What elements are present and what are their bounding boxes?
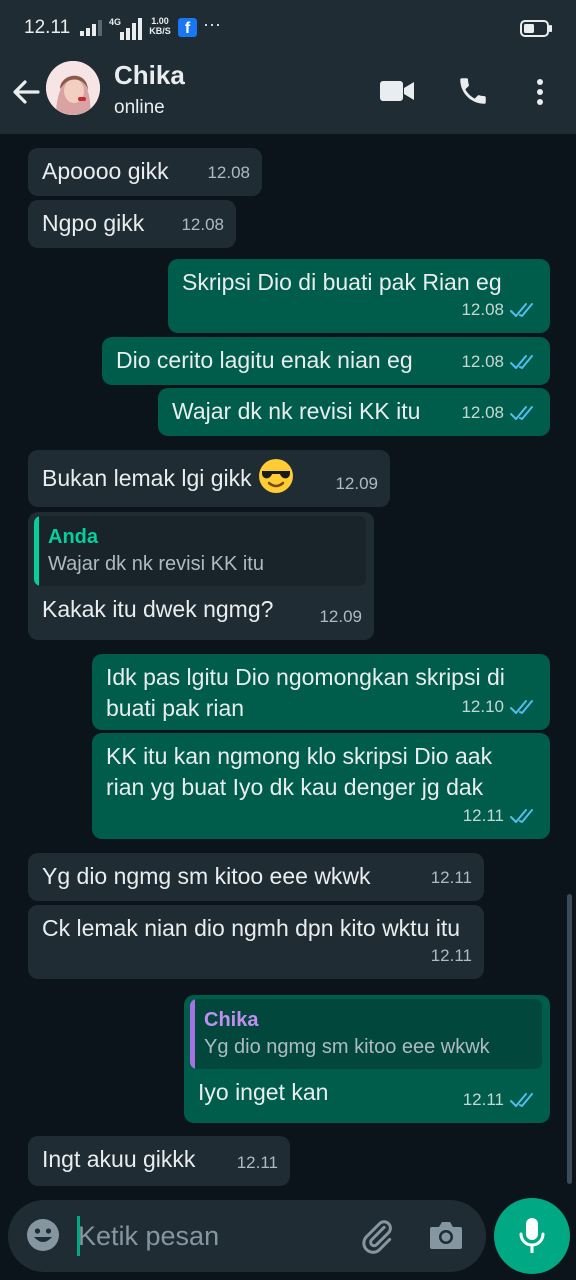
video-call-icon[interactable] xyxy=(378,78,416,104)
message-text: Skripsi Dio di buati pak Rian eg xyxy=(182,269,502,295)
network-speed-value: 1.00 xyxy=(151,16,169,26)
message-meta: 12.11 xyxy=(431,862,472,893)
message-text: KK itu kan ngmong klo skripsi Dio aak ri… xyxy=(106,743,493,800)
message-bubble-incoming[interactable]: Yg dio ngmg sm kitoo eee wkwk 12.11 xyxy=(28,853,484,901)
message-meta: 12.08 xyxy=(181,209,224,240)
message-bubble-outgoing[interactable]: Idk pas lgitu Dio ngomongkan skripsi di … xyxy=(92,654,550,730)
contact-avatar[interactable] xyxy=(46,61,100,115)
more-options-icon[interactable] xyxy=(532,76,548,108)
battery-icon xyxy=(520,20,552,37)
message-text: Yg dio ngmg sm kitoo eee wkwk xyxy=(42,863,371,889)
message-text: Wajar dk nk revisi KK itu xyxy=(172,398,421,424)
message-input[interactable] xyxy=(78,1214,348,1258)
message-meta: 12.11 xyxy=(463,800,538,831)
quoted-author: Chika xyxy=(204,1009,259,1031)
message-bubble-outgoing[interactable]: Skripsi Dio di buati pak Rian eg 12.08 xyxy=(168,259,550,333)
message-bubble-outgoing[interactable]: Wajar dk nk revisi KK itu 12.08 xyxy=(158,388,550,436)
message-meta: 12.09 xyxy=(319,601,362,632)
message-time: 12.10 xyxy=(461,697,504,716)
message-time: 12.09 xyxy=(319,607,362,626)
message-text: Apoooo gikk xyxy=(42,158,169,184)
message-meta: 12.11 xyxy=(237,1147,278,1178)
message-text: Idk pas lgitu Dio ngomongkan skripsi di … xyxy=(106,664,505,721)
message-bubble-incoming[interactable]: Bukan lemak lgi gikk 12.09 xyxy=(28,450,390,507)
network-speed-unit: KB/S xyxy=(149,26,171,36)
read-receipt-icon xyxy=(510,808,533,823)
message-time: 12.11 xyxy=(462,806,504,825)
message-meta: 12.11 xyxy=(463,1084,538,1115)
camera-icon[interactable] xyxy=(428,1218,464,1252)
mobile-data-icon: 4G xyxy=(109,17,142,40)
status-time: 12.11 xyxy=(24,17,71,38)
message-meta: 12.08 xyxy=(207,157,250,188)
message-meta: 12.09 xyxy=(335,468,378,499)
message-bubble-outgoing[interactable]: Chika Yg dio ngmg sm kitoo eee wkwk Iyo … xyxy=(184,995,550,1123)
message-meta: 12.08 xyxy=(461,346,538,377)
message-text: Ingt akuu gikkk xyxy=(42,1146,196,1172)
quoted-author: Anda xyxy=(48,526,98,548)
back-arrow-icon[interactable] xyxy=(10,76,42,108)
more-notifications-icon: ··· xyxy=(203,14,221,34)
status-bar: 12.11 4G 1.00 KB/S f ··· xyxy=(0,0,576,52)
read-receipt-icon xyxy=(510,405,533,420)
message-bubble-incoming[interactable]: Ingt akuu gikkk 12.11 xyxy=(28,1136,290,1186)
read-receipt-icon xyxy=(510,1092,533,1107)
message-bubble-incoming[interactable]: Ngpo gikk 12.08 xyxy=(28,200,236,248)
message-time: 12.08 xyxy=(461,300,504,319)
message-text: Ngpo gikk xyxy=(42,210,145,236)
message-meta: 12.10 xyxy=(461,691,538,722)
message-bubble-incoming[interactable]: Apoooo gikk 12.08 xyxy=(28,148,262,196)
voice-message-button[interactable] xyxy=(494,1198,570,1274)
signal-icon xyxy=(80,20,102,36)
message-composer xyxy=(8,1200,486,1272)
message-list[interactable]: Apoooo gikk 12.08 Ngpo gikk 12.08 Skrips… xyxy=(0,134,576,1194)
quoted-text: Wajar dk nk revisi KK itu xyxy=(48,553,264,575)
microphone-icon xyxy=(519,1218,545,1253)
message-time: 12.08 xyxy=(461,403,504,422)
network-speed: 1.00 KB/S xyxy=(146,16,174,36)
read-receipt-icon xyxy=(510,354,533,369)
contact-status: online xyxy=(114,97,165,118)
message-bubble-outgoing[interactable]: Dio cerito lagitu enak nian eg 12.08 xyxy=(102,337,550,385)
svg-text:4G: 4G xyxy=(109,17,121,27)
message-text: Kakak itu dwek ngmg? xyxy=(42,596,274,622)
quoted-text: Yg dio ngmg sm kitoo eee wkwk xyxy=(204,1036,490,1058)
chat-header: Chika online xyxy=(0,52,576,134)
message-bubble-outgoing[interactable]: KK itu kan ngmong klo skripsi Dio aak ri… xyxy=(92,733,550,839)
message-text: Bukan lemak lgi gikk xyxy=(42,465,252,491)
read-receipt-icon xyxy=(510,699,533,714)
message-time: 12.11 xyxy=(462,1090,504,1109)
phone-call-icon[interactable] xyxy=(456,74,490,108)
message-meta: 12.08 xyxy=(461,397,538,428)
contact-name[interactable]: Chika xyxy=(114,60,185,91)
message-bubble-incoming[interactable]: Ck lemak nian dio ngmh dpn kito wktu itu… xyxy=(28,905,484,979)
message-meta: 12.08 xyxy=(461,294,538,325)
message-text: Iyo inget kan xyxy=(198,1079,329,1105)
emoji-icon[interactable] xyxy=(26,1218,60,1252)
attachment-icon[interactable] xyxy=(358,1217,396,1255)
message-meta: 12.11 xyxy=(431,940,472,971)
message-time: 12.11 xyxy=(236,1153,278,1172)
chat-scrollbar[interactable] xyxy=(567,894,572,1184)
quoted-message[interactable]: Chika Yg dio ngmg sm kitoo eee wkwk xyxy=(190,999,542,1069)
message-time: 12.11 xyxy=(430,868,472,887)
read-receipt-icon xyxy=(510,302,533,317)
sunglasses-emoji-icon xyxy=(259,459,294,493)
message-time: 12.08 xyxy=(207,163,250,182)
quoted-message[interactable]: Anda Wajar dk nk revisi KK itu xyxy=(34,516,366,586)
message-text: Dio cerito lagitu enak nian eg xyxy=(116,347,413,373)
message-time: 12.08 xyxy=(461,352,504,371)
facebook-icon: f xyxy=(178,18,197,37)
message-time: 12.08 xyxy=(181,215,224,234)
message-text: Ck lemak nian dio ngmh dpn kito wktu itu xyxy=(42,915,461,941)
message-time: 12.09 xyxy=(335,474,378,493)
message-time: 12.11 xyxy=(430,946,472,965)
message-bubble-incoming[interactable]: Anda Wajar dk nk revisi KK itu Kakak itu… xyxy=(28,512,374,640)
